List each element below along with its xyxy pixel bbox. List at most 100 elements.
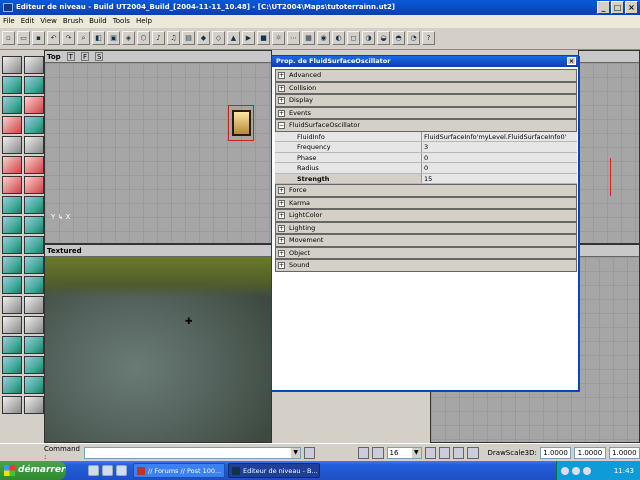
category-movement[interactable]: + Movement <box>275 234 577 247</box>
animation-browser-icon[interactable]: ◇ <box>212 31 225 45</box>
scale-tool-icon[interactable] <box>24 96 44 114</box>
zone-view-icon[interactable]: ◑ <box>362 31 375 45</box>
view-side-button[interactable]: S <box>94 52 104 61</box>
new-map-icon[interactable]: ▫ <box>2 31 15 45</box>
texture-view-icon[interactable]: ◓ <box>392 31 405 45</box>
camera-move-tool-icon[interactable] <box>2 56 22 74</box>
expand-icon[interactable]: + <box>278 109 285 117</box>
category-karma[interactable]: + Karma <box>275 196 577 209</box>
sound-browser-icon[interactable]: ♪ <box>152 31 165 45</box>
grid-snap-icon[interactable] <box>372 446 384 459</box>
expand-icon[interactable]: + <box>278 97 285 104</box>
sphere-brush-icon[interactable] <box>24 276 44 294</box>
category-object[interactable]: + Object <box>275 246 577 259</box>
start-button[interactable]: démarrer <box>0 461 66 480</box>
brush-clip-tool-icon[interactable] <box>2 96 22 114</box>
right-top-viewport-grid[interactable] <box>579 63 639 243</box>
maximize-button[interactable]: □ <box>611 1 624 14</box>
property-row[interactable]: FluidInfo FluidSurfaceInfo'myLevel.FluidS… <box>275 131 577 142</box>
show-desktop-icon[interactable] <box>102 465 113 476</box>
view-front-button[interactable]: F <box>80 52 89 61</box>
top-viewport[interactable]: Top T F S Y ↳ X <box>44 50 272 244</box>
top-viewport-grid[interactable]: Y ↳ X <box>45 63 271 243</box>
expand-icon[interactable]: + <box>278 199 285 207</box>
hide-selected-icon[interactable] <box>2 396 22 414</box>
menu-file[interactable]: File <box>3 15 15 28</box>
category-collision[interactable]: + Collision <box>275 81 577 94</box>
terrain-editor-icon[interactable]: ▲ <box>227 31 240 45</box>
grid-size-select[interactable]: 16 ▼ <box>386 446 422 459</box>
build-geometry-icon[interactable]: ■ <box>257 31 270 45</box>
category-display[interactable]: + Display <box>275 94 577 107</box>
group-browser-icon[interactable]: ▣ <box>107 31 120 45</box>
add-special-icon[interactable] <box>24 356 44 374</box>
actor-brush-selection[interactable] <box>228 105 254 141</box>
search-actors-icon[interactable]: ⌕ <box>77 31 90 45</box>
expand-icon[interactable]: + <box>278 84 285 92</box>
property-value[interactable]: 0 <box>422 152 577 162</box>
property-row[interactable]: Radius 0 <box>275 163 577 174</box>
expand-icon[interactable]: + <box>278 249 285 257</box>
close-button[interactable]: × <box>625 1 638 14</box>
category-lighting[interactable]: + Lighting <box>275 221 577 234</box>
terrain-tool-icon[interactable] <box>24 136 44 154</box>
minimize-button[interactable]: _ <box>597 1 610 14</box>
curved-stair-brush-icon[interactable] <box>2 256 22 274</box>
csg-intersect-icon[interactable] <box>2 336 22 354</box>
wireframe-icon[interactable]: ◻ <box>347 31 360 45</box>
menu-help[interactable]: Help <box>136 15 152 28</box>
open-map-icon[interactable]: ▭ <box>17 31 30 45</box>
property-value[interactable]: FluidSurfaceInfo'myLevel.FluidSurfaceInf… <box>422 131 577 141</box>
properties-titlebar[interactable]: Prop. de FluidSurfaceOscillator × <box>272 56 578 67</box>
media-player-icon[interactable] <box>116 465 127 476</box>
matinee-path-tool-icon[interactable] <box>24 156 44 174</box>
rotation-snap-icon[interactable] <box>424 446 436 459</box>
taskbar-item-forums[interactable]: // Forums // Post 100... <box>133 463 225 478</box>
category-advanced[interactable]: + Advanced <box>275 69 577 82</box>
category-fluidsurfaceoscillator[interactable]: − FluidSurfaceOscillator <box>275 119 577 132</box>
chevron-down-icon[interactable]: ▼ <box>291 447 301 458</box>
network-icon[interactable] <box>561 466 569 475</box>
cube-brush-icon[interactable] <box>2 196 22 214</box>
collapse-icon[interactable]: − <box>278 122 285 129</box>
static-mesh-browser-icon[interactable]: ◆ <box>197 31 210 45</box>
lock-selection-icon[interactable] <box>358 446 370 459</box>
drawscale-z-input[interactable]: 1.0000 <box>608 446 640 459</box>
build-lighting-icon[interactable]: ☼ <box>272 31 285 45</box>
texture-browser-icon[interactable]: ◈ <box>122 31 135 45</box>
add-mover-icon[interactable] <box>2 356 22 374</box>
maximize-viewport-icon[interactable] <box>453 446 465 459</box>
property-value[interactable]: 3 <box>422 142 577 152</box>
volumetric-brush-icon[interactable] <box>2 276 22 294</box>
security-icon[interactable] <box>583 466 591 475</box>
fluid-oscillator-actor-icon[interactable] <box>232 110 251 136</box>
camera-speed-icon[interactable] <box>467 446 479 459</box>
property-value[interactable]: 0 <box>422 163 577 173</box>
expand-icon[interactable]: + <box>278 72 285 79</box>
command-input[interactable]: ▼ <box>84 446 302 459</box>
textured-viewport-render[interactable]: ✚ <box>45 257 271 442</box>
cylinder-brush-icon[interactable] <box>2 216 22 234</box>
menu-build[interactable]: Build <box>89 15 107 28</box>
split-tool-icon[interactable] <box>24 176 44 194</box>
taskbar-item-editor[interactable]: Editeur de niveau - B... <box>228 463 320 478</box>
csg-deintersect-icon[interactable] <box>24 336 44 354</box>
category-lightcolor[interactable]: + LightColor <box>275 209 577 222</box>
category-force[interactable]: + Force <box>275 184 577 197</box>
internet-explorer-icon[interactable] <box>88 465 99 476</box>
category-sound[interactable]: + Sound <box>275 259 577 272</box>
save-map-icon[interactable]: ▪ <box>32 31 45 45</box>
terrain-brush-icon[interactable] <box>24 256 44 274</box>
stair-brush-icon[interactable] <box>2 236 22 254</box>
textured-viewport[interactable]: Textured ✚ <box>44 244 272 443</box>
texture-pan-tool-icon[interactable] <box>2 76 22 94</box>
vertex-snap-icon[interactable] <box>438 446 451 459</box>
menu-view[interactable]: View <box>40 15 57 28</box>
category-events[interactable]: + Events <box>275 106 577 119</box>
property-value[interactable]: 15 <box>422 173 577 183</box>
vertex-edit-tool-icon[interactable] <box>24 56 44 74</box>
property-row[interactable]: Frequency 3 <box>275 142 577 153</box>
menu-edit[interactable]: Edit <box>21 15 35 28</box>
real-time-preview-icon[interactable]: ◔ <box>407 31 420 45</box>
csg-subtract-icon[interactable] <box>24 316 44 334</box>
